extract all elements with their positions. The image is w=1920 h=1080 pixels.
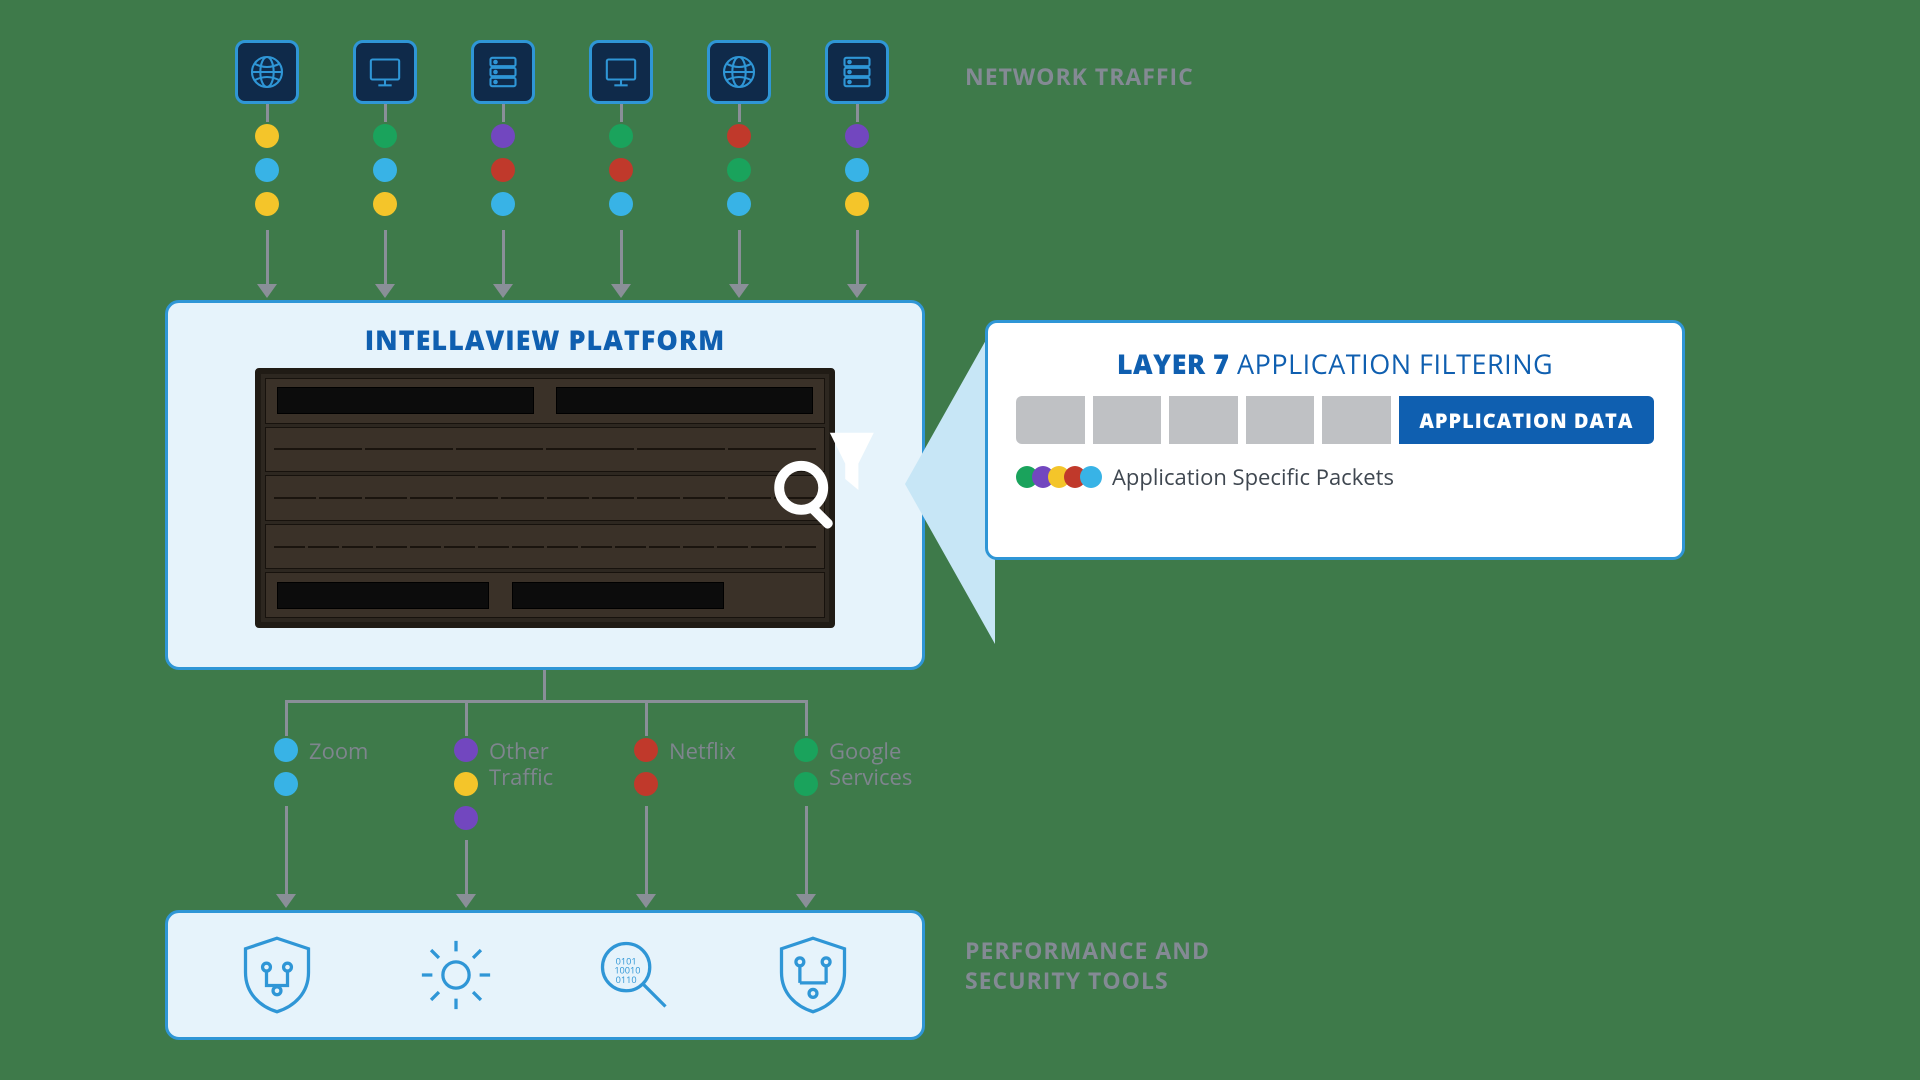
shield-circuit-icon-2	[768, 930, 858, 1020]
application-data-segment: APPLICATION DATA	[1399, 396, 1654, 444]
platform-title: INTELLAVIEW PLATFORM	[190, 321, 900, 358]
input-packets	[845, 124, 869, 216]
globe-icon	[235, 40, 299, 104]
monitor-icon	[353, 40, 417, 104]
output-label: OtherTraffic	[489, 738, 553, 791]
output-label: Netflix	[669, 738, 736, 764]
diagram-root: NETWORK TRAFFIC INTELLAVIEW PLATFORM LAY…	[165, 40, 1765, 1060]
search-filter-icon	[761, 394, 881, 564]
input-packets	[255, 124, 279, 216]
output-packets	[634, 738, 658, 796]
search-data-icon: 0101100100110	[589, 930, 679, 1020]
shield-circuit-icon	[232, 930, 322, 1020]
input-packets	[727, 124, 751, 216]
globe-icon	[707, 40, 771, 104]
input-packets	[609, 124, 633, 216]
svg-text:0110: 0110	[616, 973, 637, 986]
tools-label: PERFORMANCE AND SECURITY TOOLS	[965, 936, 1210, 996]
tools-box: 0101100100110	[165, 910, 925, 1040]
network-traffic-label: NETWORK TRAFFIC	[965, 60, 1194, 92]
output-label: Zoom	[309, 738, 368, 764]
filter-title: LAYER 7 APPLICATION FILTERING	[1016, 345, 1654, 382]
monitor-icon	[589, 40, 653, 104]
input-packets	[491, 124, 515, 216]
legend-row: Application Specific Packets	[1016, 462, 1654, 492]
output-packets	[274, 738, 298, 796]
rack-chassis	[255, 368, 835, 628]
tools-label-l2: SECURITY TOOLS	[965, 966, 1210, 996]
server-icon	[825, 40, 889, 104]
tools-label-l1: PERFORMANCE AND	[965, 936, 1210, 966]
input-packets	[373, 124, 397, 216]
filter-title-bold: LAYER 7	[1117, 345, 1230, 382]
gear-icon	[411, 930, 501, 1020]
callout-pointer	[905, 324, 995, 644]
packet-header-bar: APPLICATION DATA	[1016, 396, 1654, 444]
legend-dots	[1016, 466, 1096, 488]
source-row	[235, 40, 889, 104]
legend-text: Application Specific Packets	[1112, 462, 1394, 492]
output-label: GoogleServices	[829, 738, 912, 791]
server-icon	[471, 40, 535, 104]
filter-panel: LAYER 7 APPLICATION FILTERING APPLICATIO…	[985, 320, 1685, 560]
filter-title-rest: APPLICATION FILTERING	[1230, 345, 1554, 382]
output-packets	[454, 738, 478, 830]
output-packets	[794, 738, 818, 796]
